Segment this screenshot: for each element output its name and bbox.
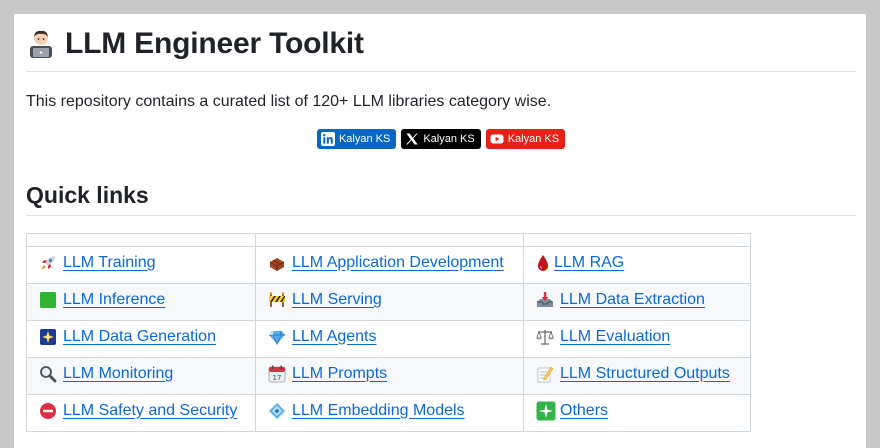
youtube-badge-label: Kalyan KS (507, 133, 560, 145)
table-row: LLM Safety and Security LLM Embedding Mo… (26, 394, 751, 432)
table-cell: LLM RAG (523, 246, 751, 284)
droplet-icon (536, 254, 550, 272)
link-llm-monitoring[interactable]: LLM Monitoring (39, 365, 173, 383)
link-label: Others (560, 401, 609, 419)
link-label: LLM Evaluation (560, 327, 671, 345)
link-label: LLM Agents (292, 327, 377, 345)
link-llm-embedding-models[interactable]: LLM Embedding Models (268, 402, 465, 420)
link-label: LLM Monitoring (63, 364, 174, 382)
table-cell: LLM Training (26, 246, 256, 284)
technologist-laptop-icon (26, 29, 56, 59)
linkedin-badge[interactable]: Kalyan KS (316, 129, 397, 149)
link-llm-data-extraction[interactable]: LLM Data Extraction (536, 291, 705, 309)
link-label: LLM Training (63, 253, 156, 271)
intro-text: This repository contains a curated list … (26, 93, 552, 110)
table-cell: 17 LLM Prompts (255, 357, 524, 395)
inbox-tray-icon (536, 291, 554, 309)
linkedin-icon (320, 132, 335, 146)
link-llm-data-generation[interactable]: LLM Data Generation (39, 328, 216, 346)
table-cell: LLM Monitoring (26, 357, 256, 395)
magnifier-icon (39, 365, 57, 383)
quick-links-table: LLM Training LLM Application Development… (26, 233, 751, 432)
link-llm-prompts[interactable]: 17 LLM Prompts (268, 365, 387, 383)
table-cell: LLM Data Generation (26, 320, 256, 358)
table-cell: LLM Safety and Security (26, 394, 256, 432)
link-label: LLM Embedding Models (292, 401, 465, 419)
table-header-row (26, 233, 751, 247)
link-label: LLM Application Development (292, 253, 504, 271)
link-llm-training[interactable]: LLM Training (39, 254, 156, 272)
table-row: LLM Data Generation LLM Agents LLM Evalu… (26, 320, 751, 358)
table-cell: LLM Inference (26, 283, 256, 321)
calendar-icon: 17 (268, 365, 286, 383)
quick-links-heading: Quick links (26, 180, 856, 216)
link-label: LLM Data Extraction (560, 290, 705, 308)
link-others[interactable]: Others (536, 401, 608, 421)
header-cell (255, 233, 524, 247)
table-cell: LLM Data Extraction (523, 283, 751, 321)
table-cell: LLM Application Development (255, 246, 524, 284)
social-badges: Kalyan KS Kalyan KS Kalyan KS (26, 129, 856, 149)
x-icon (405, 132, 419, 146)
table-row: LLM Monitoring 17 LLM Prompts LLM Struct… (26, 357, 751, 395)
red-circle-icon (39, 402, 57, 420)
gem-icon (268, 328, 286, 346)
sparkle-picture-icon (39, 328, 57, 346)
green-square-icon (39, 291, 57, 309)
bricks-icon (268, 254, 286, 272)
youtube-icon (490, 132, 504, 146)
table-cell: LLM Structured Outputs (523, 357, 751, 395)
link-label: LLM Inference (63, 290, 166, 308)
table-cell: Others (523, 394, 751, 432)
table-row: LLM Training LLM Application Development… (26, 246, 751, 284)
link-llm-serving[interactable]: LLM Serving (268, 291, 382, 309)
table-cell: LLM Serving (255, 283, 524, 321)
svg-text:17: 17 (273, 374, 282, 382)
table-cell: LLM Agents (255, 320, 524, 358)
link-llm-inference[interactable]: LLM Inference (39, 291, 165, 309)
link-llm-structured-outputs[interactable]: LLM Structured Outputs (536, 365, 730, 383)
link-llm-application-development[interactable]: LLM Application Development (268, 254, 504, 272)
page-title: LLM Engineer Toolkit (26, 26, 856, 72)
scales-icon (536, 328, 554, 346)
link-label: LLM Safety and Security (63, 401, 238, 419)
memo-icon (536, 365, 554, 383)
sparkles-icon (536, 401, 556, 421)
link-label: LLM RAG (554, 253, 625, 271)
page-title-text: LLM Engineer Toolkit (65, 27, 364, 60)
x-badge[interactable]: Kalyan KS (401, 129, 481, 149)
table-row: LLM Inference LLM Serving LLM Data Extra… (26, 283, 751, 321)
header-cell (523, 233, 751, 247)
table-cell: LLM Evaluation (523, 320, 751, 358)
link-label: LLM Structured Outputs (560, 364, 730, 382)
link-llm-evaluation[interactable]: LLM Evaluation (536, 328, 670, 346)
link-llm-safety-and-security[interactable]: LLM Safety and Security (39, 402, 237, 420)
link-label: LLM Data Generation (63, 327, 216, 345)
link-label: LLM Prompts (292, 364, 388, 382)
construction-icon (268, 291, 286, 309)
x-badge-label: Kalyan KS (423, 133, 475, 145)
readme-page: LLM Engineer Toolkit This repository con… (14, 14, 866, 448)
link-llm-agents[interactable]: LLM Agents (268, 328, 377, 346)
rocket-icon (39, 254, 57, 272)
linkedin-badge-label: Kalyan KS (338, 133, 391, 145)
diamond-icon (268, 402, 286, 420)
youtube-badge[interactable]: Kalyan KS (485, 129, 566, 149)
link-llm-rag[interactable]: LLM RAG (536, 254, 624, 272)
header-cell (26, 233, 256, 247)
table-cell: LLM Embedding Models (255, 394, 524, 432)
link-label: LLM Serving (292, 290, 382, 308)
